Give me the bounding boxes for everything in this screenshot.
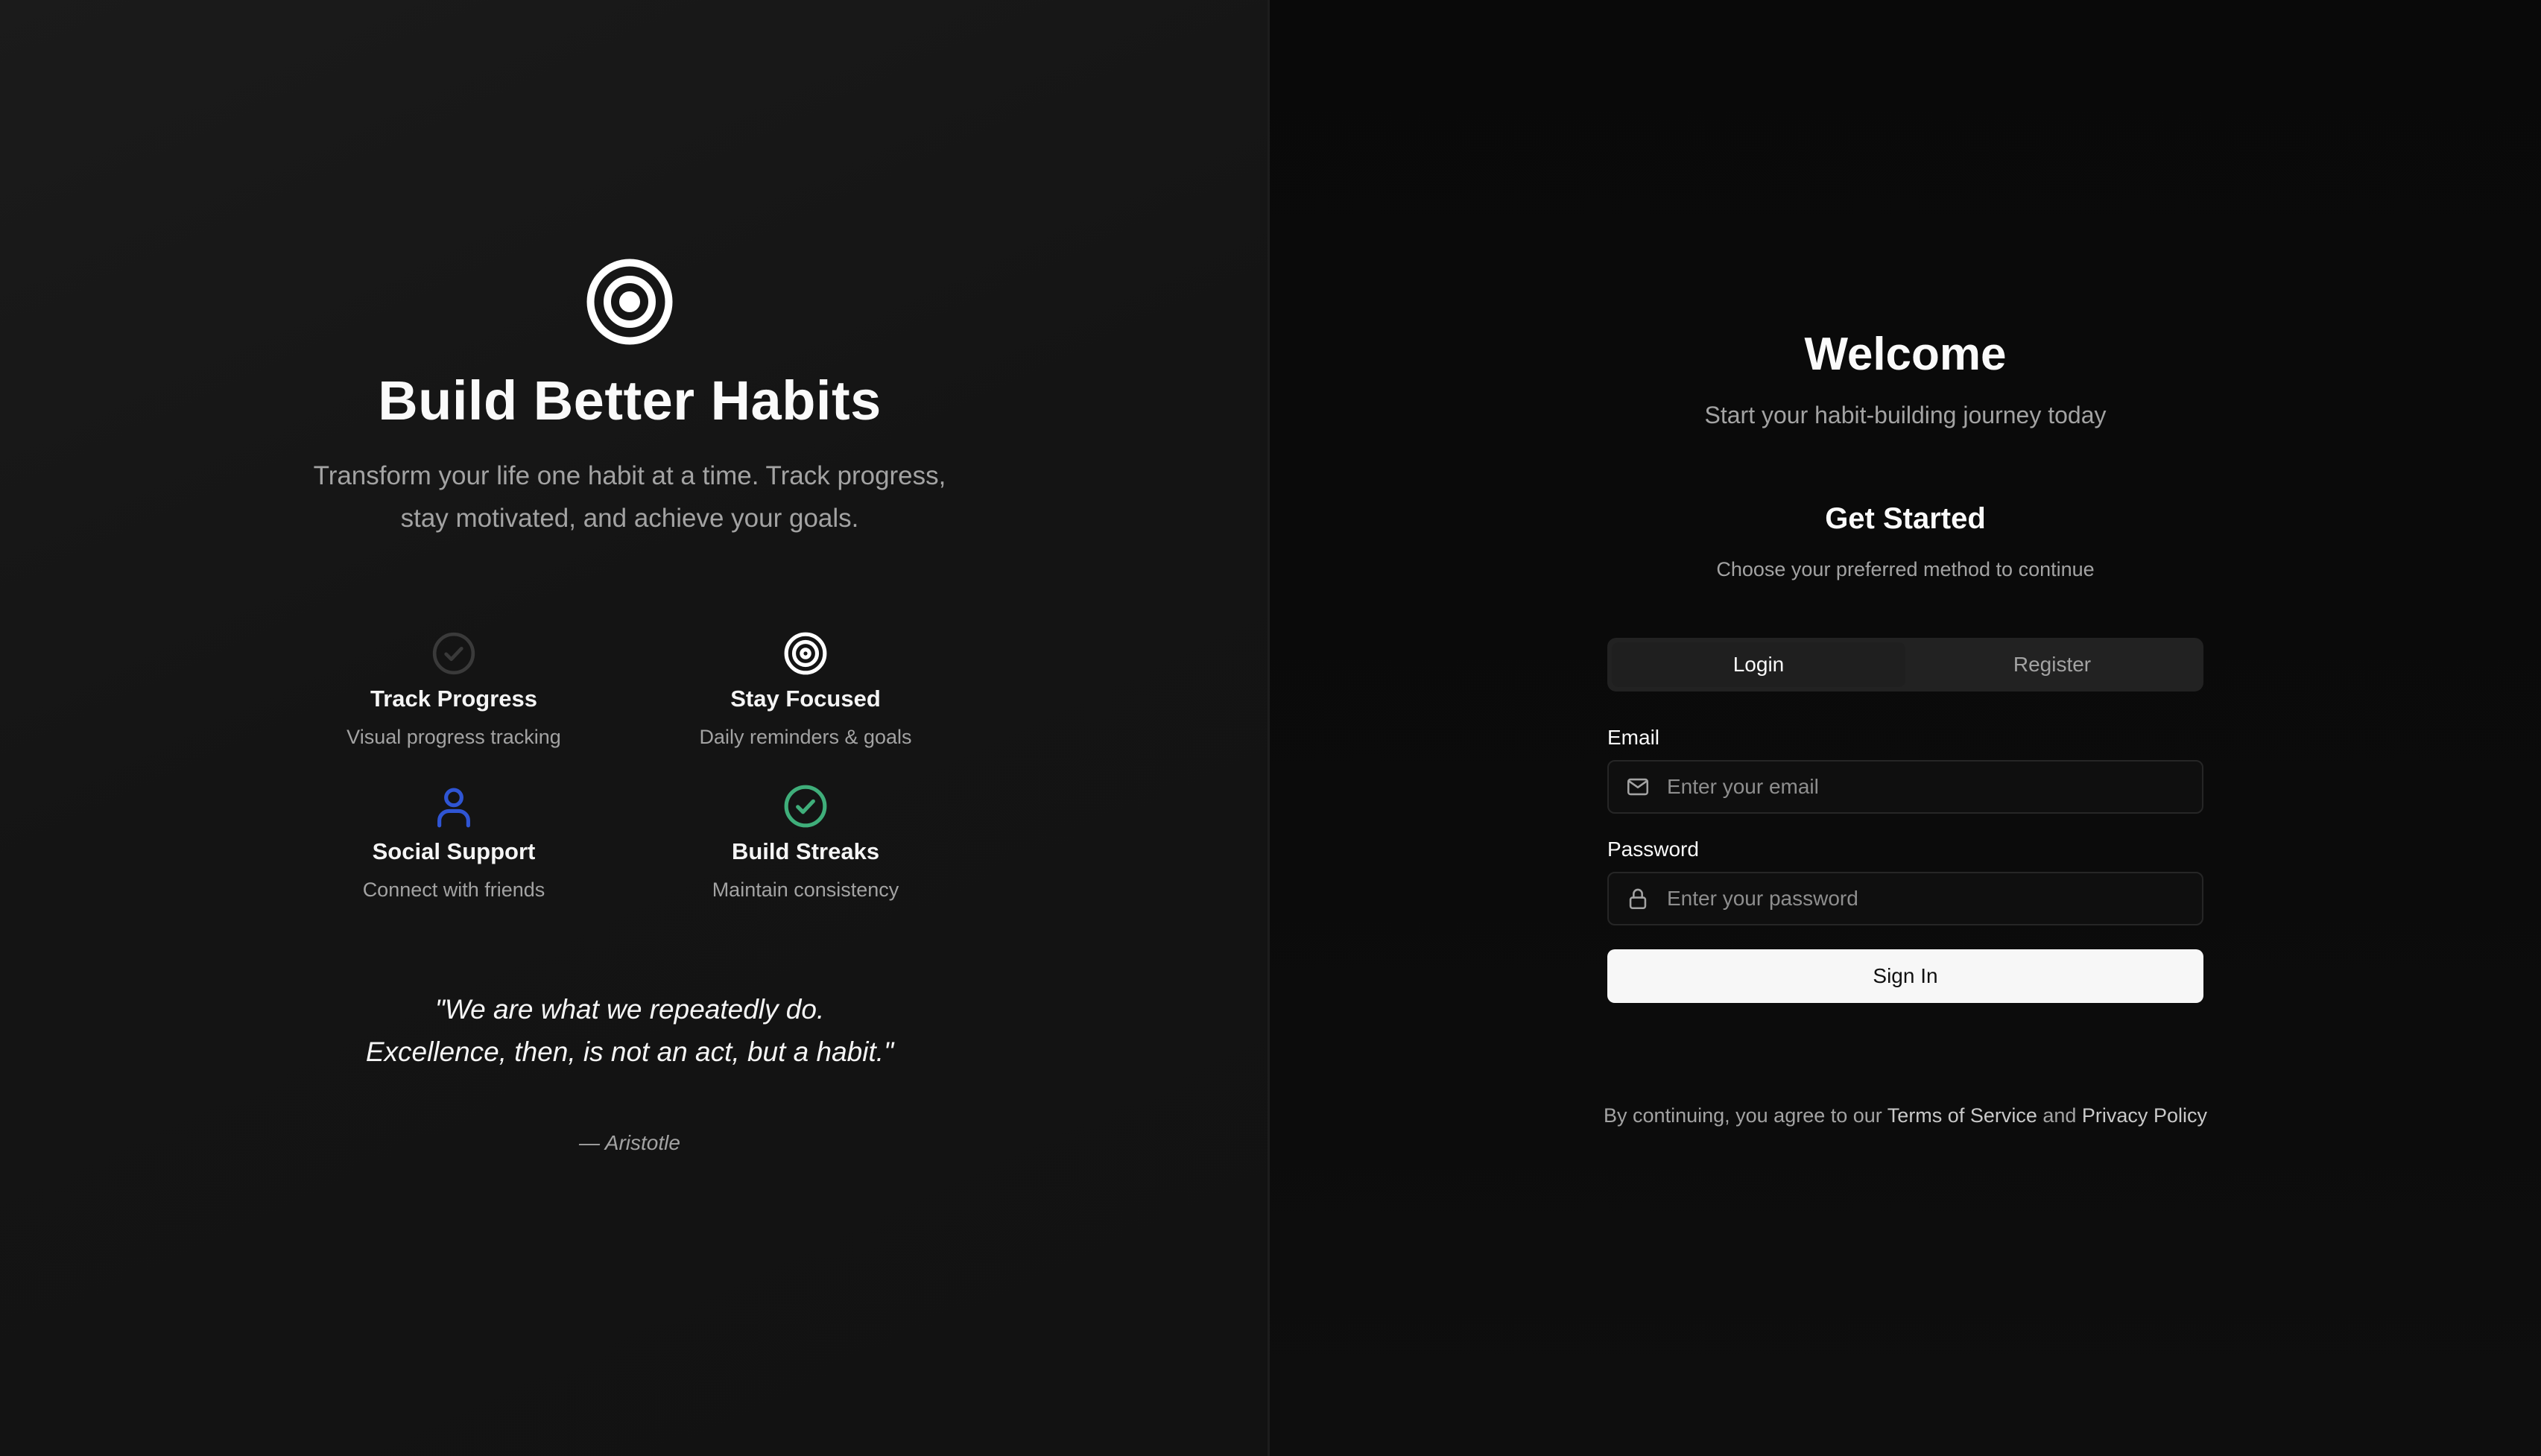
auth-panel: Welcome Start your habit-building journe… xyxy=(1270,0,2541,1456)
tab-login[interactable]: Login xyxy=(1612,642,1905,687)
password-input[interactable] xyxy=(1667,873,2202,924)
hero-subtitle: Transform your life one habit at a time.… xyxy=(313,461,946,533)
login-page: Build Better Habits Transform your life … xyxy=(0,0,2541,1456)
hero-title: Build Better Habits xyxy=(378,370,882,431)
get-started-title: Get Started xyxy=(1825,502,1986,535)
feature-desc: Maintain consistency xyxy=(712,879,899,901)
hero-panel: Build Better Habits Transform your life … xyxy=(0,0,1268,1456)
feature-track-progress: Track Progress Visual progress tracking xyxy=(278,630,630,749)
tab-register[interactable]: Register xyxy=(1905,642,2199,687)
feature-grid: Track Progress Visual progress tracking … xyxy=(278,630,981,902)
auth-card: Login Register Email Password xyxy=(1607,638,2203,1003)
check-circle-icon xyxy=(432,632,475,675)
user-icon xyxy=(437,788,470,828)
feature-title: Track Progress xyxy=(370,686,538,712)
feature-title: Build Streaks xyxy=(731,838,880,864)
terms-and: and xyxy=(2037,1104,2082,1127)
privacy-policy-link[interactable]: Privacy Policy xyxy=(2082,1104,2207,1127)
hero-content: Build Better Habits Transform your life … xyxy=(0,257,1259,1155)
auth-tabs: Login Register xyxy=(1607,638,2203,691)
feature-build-streaks: Build Streaks Maintain consistency xyxy=(630,783,981,902)
target-icon xyxy=(586,259,673,345)
feature-title: Stay Focused xyxy=(730,686,881,712)
terms-notice: By continuing, you agree to our Terms of… xyxy=(1604,1104,2207,1127)
terms-prefix: By continuing, you agree to our xyxy=(1604,1104,1887,1127)
password-label: Password xyxy=(1607,838,1699,861)
quote-author: — Aristotle xyxy=(579,1131,680,1154)
quote: "We are what we repeatedly do. Excellenc… xyxy=(366,988,893,1073)
email-label: Email xyxy=(1607,726,1660,749)
feature-desc: Visual progress tracking xyxy=(346,726,561,748)
auth-content: Welcome Start your habit-building journe… xyxy=(1270,328,2541,1127)
password-field[interactable] xyxy=(1607,872,2203,925)
quote-line-1: "We are what we repeatedly do. xyxy=(434,994,825,1025)
feature-desc: Connect with friends xyxy=(362,879,545,901)
method-hint: Choose your preferred method to continue xyxy=(1716,558,2095,580)
welcome-title: Welcome xyxy=(1804,329,2007,380)
feature-title: Social Support xyxy=(372,838,536,864)
feature-stay-focused: Stay Focused Daily reminders & goals xyxy=(630,630,981,749)
lock-icon xyxy=(1629,888,1647,910)
feature-desc: Daily reminders & goals xyxy=(699,726,912,748)
email-field[interactable] xyxy=(1607,760,2203,814)
check-circle-icon xyxy=(784,785,827,828)
feature-social-support: Social Support Connect with friends xyxy=(278,783,630,902)
welcome-subtitle: Start your habit-building journey today xyxy=(1704,402,2107,428)
quote-line-2: Excellence, then, is not an act, but a h… xyxy=(365,1036,894,1067)
mail-icon xyxy=(1627,778,1649,796)
email-input[interactable] xyxy=(1667,762,2202,812)
terms-of-service-link[interactable]: Terms of Service xyxy=(1887,1104,2037,1127)
sign-in-button[interactable]: Sign In xyxy=(1607,949,2203,1003)
target-icon xyxy=(784,632,827,675)
